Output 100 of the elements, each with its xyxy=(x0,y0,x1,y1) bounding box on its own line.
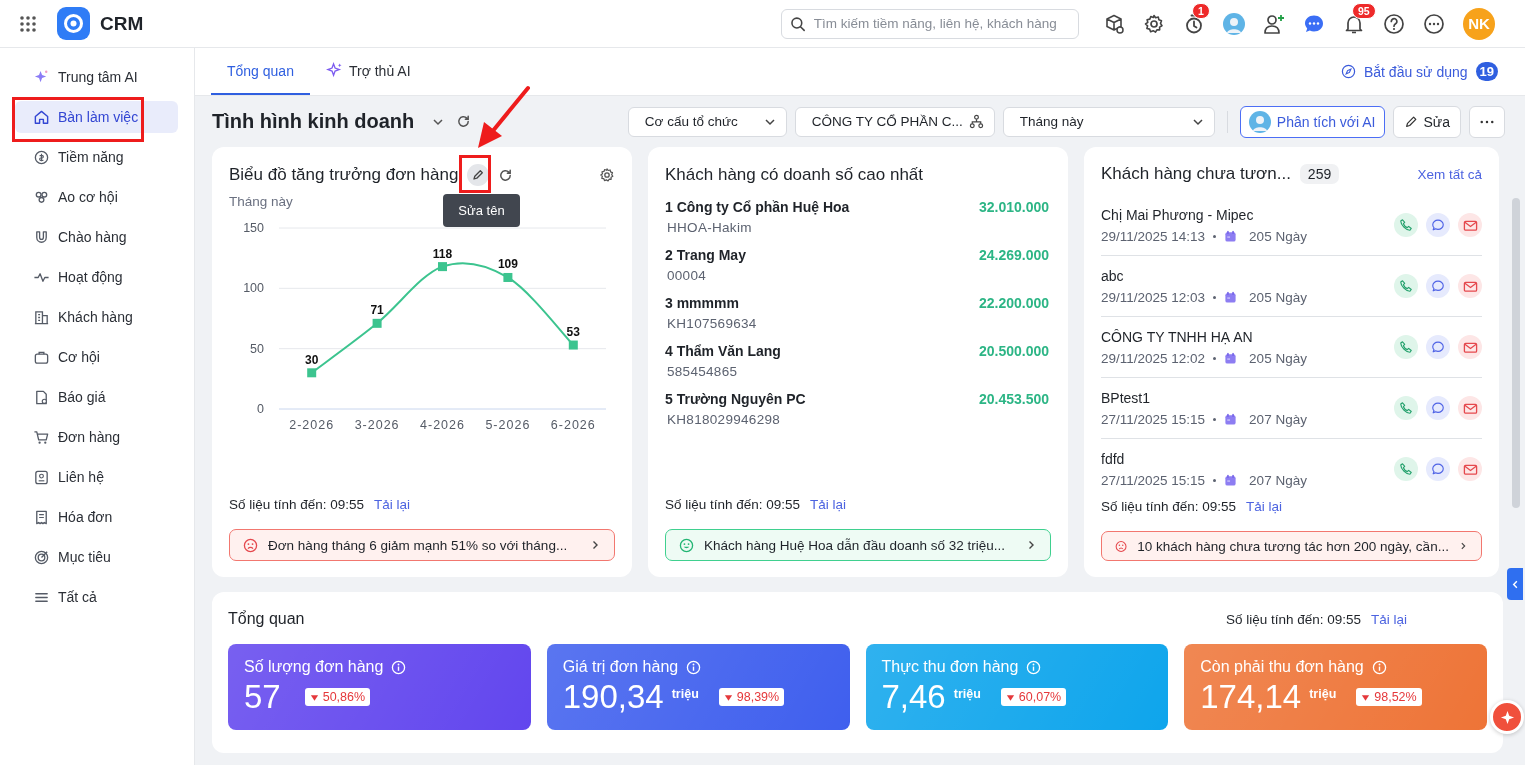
unit-label: triệu xyxy=(1309,687,1337,701)
sad-face-icon xyxy=(243,537,258,553)
customer-code: KH107569634 xyxy=(666,316,758,331)
sidebar-item[interactable]: Chào hàng xyxy=(15,221,178,253)
last-contact-time: 29/11/2025 14:13 xyxy=(1101,228,1206,244)
apps-grid-icon[interactable] xyxy=(19,14,37,33)
reload-link[interactable]: Tải lại xyxy=(810,497,847,512)
settings-icon[interactable] xyxy=(1143,12,1165,35)
add-user-icon[interactable] xyxy=(1263,12,1285,35)
tab[interactable]: Tổng quan xyxy=(211,48,310,95)
insight-banner[interactable]: Đơn hàng tháng 6 giảm mạnh 51% so với tháng... xyxy=(229,529,615,561)
sidebar-item[interactable]: Liên hệ xyxy=(15,461,178,493)
sidebar-item[interactable]: Báo giá xyxy=(15,381,178,413)
message-button[interactable] xyxy=(1426,396,1450,421)
view-all-link[interactable]: Xem tất cả xyxy=(1417,166,1482,182)
customer-name[interactable]: 3 mmmmm xyxy=(665,295,739,311)
sidebar-item[interactable]: Hóa đơn xyxy=(15,501,178,533)
info-icon[interactable] xyxy=(686,659,702,675)
getting-started-link[interactable]: Bắt đầu sử dụng xyxy=(1363,63,1468,80)
sad-face-icon xyxy=(1115,538,1128,554)
call-button[interactable] xyxy=(1394,396,1418,421)
sidebar-item[interactable]: Đơn hàng xyxy=(15,421,178,453)
notification-badge: 95 xyxy=(1352,2,1376,19)
sidebar-item[interactable]: Cơ hội xyxy=(15,341,178,373)
info-icon[interactable] xyxy=(391,659,407,675)
change-badge: 98,52% xyxy=(1356,688,1422,706)
sidebar-item[interactable]: Trung tâm AI xyxy=(15,61,178,93)
email-button[interactable] xyxy=(1458,274,1482,299)
sidebar-item[interactable]: Ao cơ hội xyxy=(15,181,178,213)
refresh-icon[interactable] xyxy=(498,167,514,183)
search-field[interactable]: Tìm kiếm tiềm năng, liên hệ, khách hàng xyxy=(781,8,1079,39)
last-contact-time: 29/11/2025 12:02 xyxy=(1101,350,1206,366)
change-badge: 60,07% xyxy=(1000,688,1067,706)
updated-time: Số liệu tính đến: 09:55 xyxy=(1225,611,1361,627)
data-point xyxy=(438,262,447,272)
customer-name[interactable]: 1 Công ty Cổ phần Huệ Hoa xyxy=(665,199,850,215)
coin-icon xyxy=(33,148,50,166)
sidebar-item[interactable]: Bàn làm việc xyxy=(15,101,178,133)
metric-value: 174,14 xyxy=(1200,677,1302,717)
customer-name[interactable]: 5 Trường Nguyên PC xyxy=(665,391,806,407)
email-button[interactable] xyxy=(1458,213,1482,238)
email-button[interactable] xyxy=(1458,396,1482,421)
edit-button[interactable]: Sửa xyxy=(1392,105,1461,138)
call-button[interactable] xyxy=(1394,213,1418,238)
reload-link[interactable]: Tải lại xyxy=(1246,499,1283,515)
organization-picker[interactable]: CÔNG TY CỔ PHẦN C... xyxy=(794,106,995,137)
chat-bubble-icon xyxy=(1431,279,1445,294)
refresh-icon[interactable] xyxy=(456,114,472,129)
insight-banner[interactable]: 10 khách hàng chưa tương tác hơn 200 ngày, cần... xyxy=(1101,531,1482,561)
customer-name[interactable]: CÔNG TY TNHH HẠ AN xyxy=(1101,328,1307,345)
sidebar-item[interactable]: Tất cả xyxy=(15,581,178,613)
app-name: CRM xyxy=(100,12,144,35)
settings-icon[interactable] xyxy=(599,167,615,183)
scrollbar[interactable] xyxy=(1512,198,1520,508)
logo-icon[interactable] xyxy=(57,7,90,40)
customer-name[interactable]: abc xyxy=(1101,267,1307,284)
data-point xyxy=(503,272,513,282)
tab[interactable]: Trợ thủ AI xyxy=(309,48,427,95)
message-button[interactable] xyxy=(1426,274,1450,299)
dropdown[interactable]: Tháng này xyxy=(1002,106,1215,137)
pencil-icon xyxy=(1403,114,1418,129)
message-button[interactable] xyxy=(1426,335,1450,360)
sidebar-item[interactable]: Hoạt động xyxy=(15,261,178,293)
more-icon[interactable] xyxy=(1423,12,1445,35)
customer-name[interactable]: 2 Trang May xyxy=(665,247,746,263)
customer-name[interactable]: BPtest1 xyxy=(1101,389,1307,406)
axis-tick-label: 3-2026 xyxy=(354,418,400,432)
call-button[interactable] xyxy=(1394,274,1418,299)
customer-name[interactable]: Chị Mai Phương - Mipec xyxy=(1101,206,1307,223)
ai-analysis-button[interactable]: Phân tích với AI xyxy=(1239,105,1385,138)
customer-name[interactable]: 4 Thẩm Văn Lang xyxy=(665,343,781,359)
dropdown[interactable]: Cơ cấu tổ chức xyxy=(627,106,787,137)
help-icon[interactable] xyxy=(1383,12,1405,35)
sidebar-item[interactable]: Mục tiêu xyxy=(15,541,178,573)
pencil-icon[interactable] xyxy=(467,164,490,186)
call-button[interactable] xyxy=(1394,457,1418,482)
email-button[interactable] xyxy=(1458,457,1482,482)
unit-label: triệu xyxy=(953,687,981,701)
info-icon[interactable] xyxy=(1026,659,1042,675)
info-icon[interactable] xyxy=(1371,659,1387,675)
avatar-icon[interactable] xyxy=(1223,12,1245,35)
email-button[interactable] xyxy=(1458,335,1482,360)
message-button[interactable] xyxy=(1426,457,1450,482)
customer-code: HHOA-Hakim xyxy=(666,220,753,235)
customer-name[interactable]: fdfd xyxy=(1101,450,1307,467)
chat-bubble-icon xyxy=(1431,462,1445,477)
sidebar-item[interactable]: Tiềm năng xyxy=(15,141,178,173)
data-label: 53 xyxy=(566,325,580,340)
avatar-icon xyxy=(1248,110,1271,133)
inactive-days: 205 Ngày xyxy=(1249,228,1307,244)
message-button[interactable] xyxy=(1426,213,1450,238)
sidebar-item[interactable]: Khách hàng xyxy=(15,301,178,333)
reload-link[interactable]: Tải lại xyxy=(374,497,411,512)
cube-icon[interactable] xyxy=(1103,12,1125,35)
updated-time: Số liệu tính đến: 09:55 xyxy=(665,497,801,512)
reload-link[interactable]: Tải lại xyxy=(1371,611,1407,627)
insight-banner[interactable]: Khách hàng Huệ Hoa dẫn đầu doanh số 32 triệu... xyxy=(665,529,1051,561)
collapse-tab[interactable] xyxy=(1507,568,1523,600)
call-button[interactable] xyxy=(1394,335,1418,360)
data-point xyxy=(568,340,578,350)
